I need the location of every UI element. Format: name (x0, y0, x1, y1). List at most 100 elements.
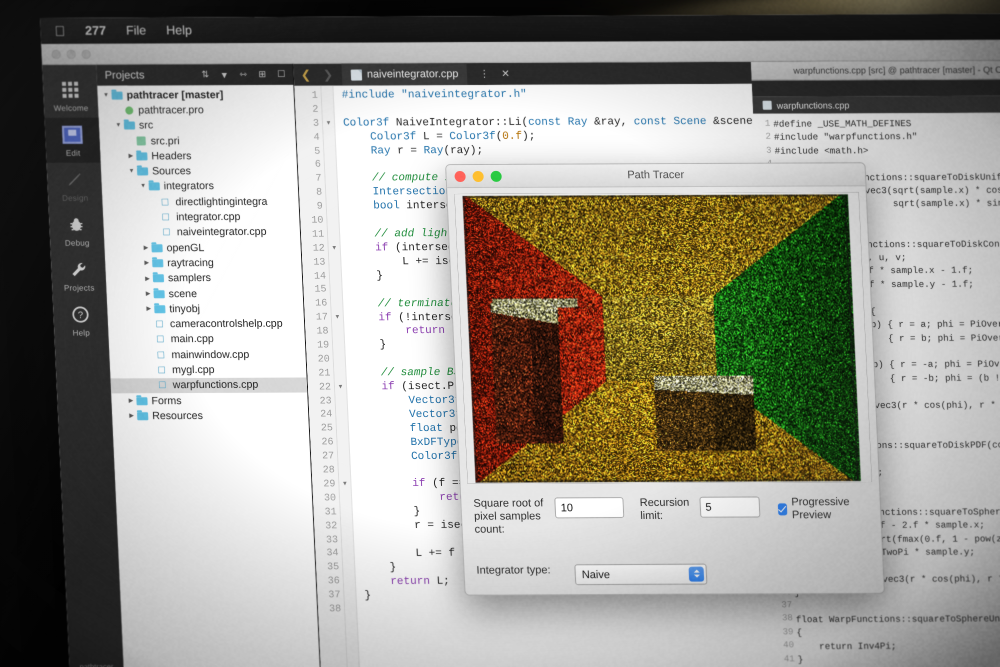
fold-marker[interactable] (339, 464, 351, 478)
fold-marker[interactable] (342, 534, 354, 548)
tree-item-pathtracer-master[interactable]: ▼ pathtracer [master] (97, 87, 294, 103)
tree-item-sources[interactable]: ▼ Sources (101, 163, 298, 179)
fold-marker[interactable] (328, 228, 340, 242)
tree-item-integrators[interactable]: ▼ integrators (101, 179, 298, 195)
recursion-input[interactable] (700, 497, 760, 516)
minimize-button[interactable] (66, 49, 75, 58)
fold-marker[interactable] (340, 492, 352, 506)
tree-item-mainwindow-cpp[interactable]: ☐ mainwindow.cpp (109, 347, 306, 363)
zoom-button[interactable] (81, 49, 90, 58)
disclosure-triangle-icon[interactable]: ▶ (141, 244, 150, 251)
tab-close-icon[interactable]: ✕ (501, 68, 510, 79)
fold-marker[interactable] (332, 326, 344, 340)
run-configuration[interactable]: pathtracer Debug (69, 662, 125, 667)
fold-marker[interactable] (337, 423, 349, 437)
fold-marker[interactable]: ▼ (323, 117, 335, 131)
mode-design[interactable]: Design (47, 163, 103, 208)
tree-item-raytracing[interactable]: ▶ raytracing (105, 255, 302, 271)
fold-marker[interactable] (333, 339, 345, 353)
tree-item-integrator-cpp[interactable]: ☐ integrator.cpp (103, 209, 300, 225)
sync-icon[interactable]: ⇅ (198, 68, 212, 81)
tab-menu-icon[interactable]: ⋮ (479, 68, 490, 79)
tree-item-src-pri[interactable]: src.pri (99, 133, 296, 149)
tree-item-main-cpp[interactable]: ☐ main.cpp (108, 331, 305, 347)
fold-marker[interactable] (329, 256, 341, 270)
project-tree[interactable]: ▼ pathtracer [master] pathtracer.pro ▼ src sr… (97, 85, 322, 667)
fold-marker[interactable] (325, 159, 337, 173)
tree-item-pathtracer-pro[interactable]: pathtracer.pro (98, 102, 295, 118)
disclosure-triangle-icon[interactable]: ▶ (143, 290, 152, 297)
close-button[interactable] (51, 49, 60, 58)
zoom-button[interactable] (490, 170, 502, 181)
fold-marker[interactable] (335, 395, 347, 409)
fold-marker[interactable] (327, 215, 339, 229)
close-button[interactable] (454, 171, 466, 182)
samples-input[interactable] (555, 498, 624, 517)
tree-item-tinyobj[interactable]: ▶ tinyobj (107, 301, 304, 317)
disclosure-triangle-icon[interactable]: ▶ (142, 260, 151, 267)
minimize-button[interactable] (472, 170, 484, 181)
tree-item-cameracontrolshelp-cpp[interactable]: ☐ cameracontrolshelp.cpp (108, 316, 305, 332)
fold-marker[interactable] (331, 298, 343, 312)
disclosure-triangle-icon[interactable]: ▶ (143, 275, 152, 282)
fold-marker[interactable] (334, 353, 346, 367)
progressive-preview-checkbox[interactable]: Progressive Preview (777, 496, 869, 522)
split-icon[interactable]: ⊞ (255, 68, 269, 81)
filter-icon[interactable]: ▼ (217, 68, 231, 81)
fold-marker[interactable] (334, 367, 346, 381)
fold-marker[interactable] (327, 201, 339, 215)
tree-item-warpfunctions-cpp[interactable]: ☐ warpfunctions.cpp (110, 377, 307, 393)
fold-marker[interactable]: ▼ (339, 478, 351, 492)
menu-help[interactable]: Help (166, 23, 192, 37)
fold-marker[interactable]: ▼ (332, 312, 344, 326)
fold-marker[interactable] (342, 548, 354, 562)
chevron-left-icon[interactable]: ❮ (298, 68, 315, 82)
fold-marker[interactable] (326, 187, 338, 201)
tree-item-naiveintegrator-cpp[interactable]: ☐ naiveintegrator.cpp (103, 224, 300, 240)
fold-marker[interactable] (343, 561, 355, 575)
tree-item-src[interactable]: ▼ src (99, 117, 296, 133)
path-tracer-dialog[interactable]: Path Tracer Square root of pixel samples… (445, 162, 885, 595)
fold-marker[interactable] (340, 506, 352, 520)
mode-help[interactable]: ? Help (53, 297, 109, 342)
fold-marker[interactable] (337, 437, 349, 451)
disclosure-triangle-icon[interactable]: ▼ (114, 123, 123, 129)
disclosure-triangle-icon[interactable]: ▼ (101, 92, 110, 98)
disclosure-triangle-icon[interactable]: ▶ (126, 153, 135, 160)
chevron-updown-icon[interactable] (689, 566, 705, 581)
menu-app-name[interactable]: 277 (85, 24, 107, 38)
fold-marker[interactable] (322, 104, 334, 118)
link-icon[interactable]: ⇿ (236, 68, 250, 81)
fold-marker[interactable] (336, 409, 348, 423)
chevron-right-icon[interactable]: ❯ (320, 68, 337, 82)
fold-marker[interactable] (330, 270, 342, 284)
fold-marker[interactable] (341, 520, 353, 534)
apple-logo-icon[interactable]:  (54, 24, 65, 38)
disclosure-triangle-icon[interactable]: ▼ (139, 184, 148, 190)
tree-item-forms[interactable]: ▶ Forms (111, 392, 308, 408)
tree-item-directlightingintegra[interactable]: ☐ directlightingintegra (102, 194, 299, 210)
integrator-type-select[interactable]: Naive (574, 564, 707, 586)
fold-marker[interactable] (344, 575, 356, 589)
tab-naiveintegrator-cpp[interactable]: naiveintegrator.cpp (342, 63, 468, 86)
close-icon[interactable]: ☐ (275, 68, 289, 81)
fold-marker[interactable]: ▼ (335, 381, 347, 395)
samples-spinbox[interactable] (554, 497, 624, 518)
fold-marker[interactable] (322, 90, 334, 104)
mode-welcome[interactable]: Welcome (42, 73, 98, 118)
recursion-spinbox[interactable] (699, 496, 760, 517)
fold-marker[interactable] (345, 603, 357, 617)
fold-marker[interactable]: ▼ (328, 242, 340, 256)
fold-marker[interactable] (323, 131, 335, 145)
mode-debug[interactable]: Debug (49, 208, 105, 253)
fold-marker[interactable] (324, 145, 336, 159)
fold-marker[interactable] (325, 173, 337, 187)
disclosure-triangle-icon[interactable]: ▼ (127, 169, 136, 175)
tree-item-samplers[interactable]: ▶ samplers (106, 270, 303, 286)
mode-edit[interactable]: Edit (45, 118, 101, 163)
mode-projects[interactable]: Projects (51, 253, 107, 298)
disclosure-triangle-icon[interactable]: ▶ (126, 397, 135, 404)
tree-item-mygl-cpp[interactable]: ☐ mygl.cpp (110, 362, 307, 378)
fold-marker[interactable] (338, 450, 350, 464)
tree-item-headers[interactable]: ▶ Headers (100, 148, 297, 164)
